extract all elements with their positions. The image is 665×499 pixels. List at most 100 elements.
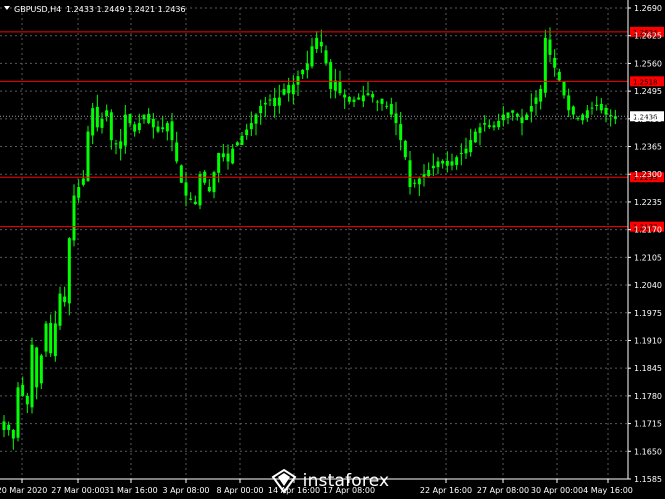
candle-body bbox=[151, 118, 155, 128]
candle-body bbox=[249, 123, 253, 130]
candle-body bbox=[399, 124, 403, 141]
price-tick-label: 1.2365 bbox=[634, 143, 662, 152]
candle-body bbox=[170, 121, 174, 141]
candle-body bbox=[11, 429, 15, 439]
candle-body bbox=[123, 114, 127, 146]
candle-body bbox=[567, 95, 571, 111]
candle-body bbox=[301, 69, 305, 75]
candle-body bbox=[161, 127, 165, 130]
candle-body bbox=[543, 37, 547, 93]
candle-body bbox=[581, 114, 585, 121]
candle-body bbox=[408, 160, 412, 188]
candle-body bbox=[511, 110, 515, 113]
candle-body bbox=[81, 178, 85, 185]
price-tick-label: 1.2430 bbox=[634, 115, 662, 124]
candle-body bbox=[277, 97, 281, 106]
price-tick-label: 1.2105 bbox=[634, 253, 662, 262]
price-tick-label: 1.2300 bbox=[634, 170, 662, 179]
candle-body bbox=[464, 148, 468, 154]
candle-body bbox=[553, 57, 557, 68]
candle-body bbox=[394, 113, 398, 124]
chart-header: GBPUSD,H4 1.2433 1.2449 1.2421 1.2436 bbox=[4, 5, 186, 14]
price-tick-label: 1.2495 bbox=[634, 87, 662, 96]
candle-body bbox=[590, 107, 594, 109]
candle-body bbox=[39, 355, 43, 384]
price-tick-label: 1.1910 bbox=[634, 336, 662, 345]
candle-body bbox=[366, 93, 370, 95]
candle-body bbox=[133, 124, 137, 132]
candle-body bbox=[571, 106, 575, 115]
time-tick-label: 20 Mar 2020 bbox=[0, 486, 47, 495]
candle-body bbox=[529, 106, 533, 112]
candle-body bbox=[49, 322, 53, 354]
logo-text: instaforex bbox=[302, 470, 390, 491]
candle-body bbox=[291, 84, 295, 95]
candle-body bbox=[268, 99, 272, 101]
candle-body bbox=[95, 106, 99, 128]
candle-body bbox=[25, 395, 29, 405]
candle-body bbox=[142, 114, 146, 120]
candle-body bbox=[287, 84, 291, 94]
candle-body bbox=[16, 387, 20, 438]
candle-body bbox=[53, 323, 57, 357]
candle-body bbox=[72, 195, 76, 241]
candle-body bbox=[441, 160, 445, 164]
candle-body bbox=[371, 94, 375, 98]
candle-body bbox=[212, 172, 216, 193]
candle-body bbox=[329, 62, 333, 89]
time-tick-label: 4 May 16:00 bbox=[583, 486, 633, 495]
candle-body bbox=[492, 125, 496, 128]
candle-body bbox=[427, 169, 431, 177]
candle-body bbox=[217, 152, 221, 173]
candle-body bbox=[2, 421, 6, 430]
candle-body bbox=[599, 103, 603, 111]
candle-body bbox=[319, 41, 323, 47]
time-tick-label: 27 Mar 00:00 bbox=[51, 486, 104, 495]
candle-body bbox=[231, 148, 235, 164]
candle-body bbox=[77, 187, 81, 198]
time-tick-label: 27 Apr 08:00 bbox=[477, 486, 529, 495]
candle-body bbox=[128, 114, 132, 124]
price-tick-label: 1.2560 bbox=[634, 59, 662, 68]
time-tick-label: 3 Apr 08:00 bbox=[162, 486, 209, 495]
candle-body bbox=[539, 88, 543, 102]
candle-body bbox=[604, 107, 608, 115]
candle-body bbox=[91, 108, 95, 136]
time-tick-label: 22 Apr 16:00 bbox=[420, 486, 472, 495]
candle-body bbox=[417, 178, 421, 185]
candle-body bbox=[147, 113, 151, 124]
candle-body bbox=[595, 104, 599, 107]
price-tick-label: 1.1715 bbox=[634, 420, 662, 429]
candle-body bbox=[7, 424, 11, 430]
price-tick-label: 1.1975 bbox=[634, 309, 662, 318]
price-chart: 1.26341.25181.22931.21771.2436 1.26901.2… bbox=[0, 0, 665, 499]
candle-body bbox=[156, 126, 160, 132]
candle-body bbox=[263, 102, 267, 105]
price-tick-label: 1.2690 bbox=[634, 4, 662, 13]
price-tick-label: 1.2040 bbox=[634, 281, 662, 290]
candle-body bbox=[506, 112, 510, 119]
price-tick-label: 1.2235 bbox=[634, 198, 662, 207]
candle-body bbox=[576, 118, 580, 120]
candle-body bbox=[105, 110, 109, 116]
candle-body bbox=[487, 125, 491, 127]
candle-body bbox=[21, 384, 25, 396]
candle-body bbox=[389, 104, 393, 115]
candle-body bbox=[548, 39, 552, 55]
candle-body bbox=[333, 80, 337, 91]
candle-body bbox=[189, 198, 193, 200]
candle-body bbox=[469, 140, 473, 153]
candle-body bbox=[501, 114, 505, 121]
candle-body bbox=[63, 296, 67, 303]
candle-body bbox=[296, 76, 300, 85]
candle-body bbox=[44, 323, 48, 352]
candle-body bbox=[343, 94, 347, 98]
candle-body bbox=[240, 135, 244, 145]
candle-body bbox=[282, 88, 286, 95]
candle-body bbox=[473, 131, 477, 143]
candle-body bbox=[119, 141, 123, 149]
candle-body bbox=[483, 123, 487, 125]
candle-body bbox=[431, 165, 435, 169]
candle-body bbox=[305, 63, 309, 71]
candle-body bbox=[445, 160, 449, 166]
